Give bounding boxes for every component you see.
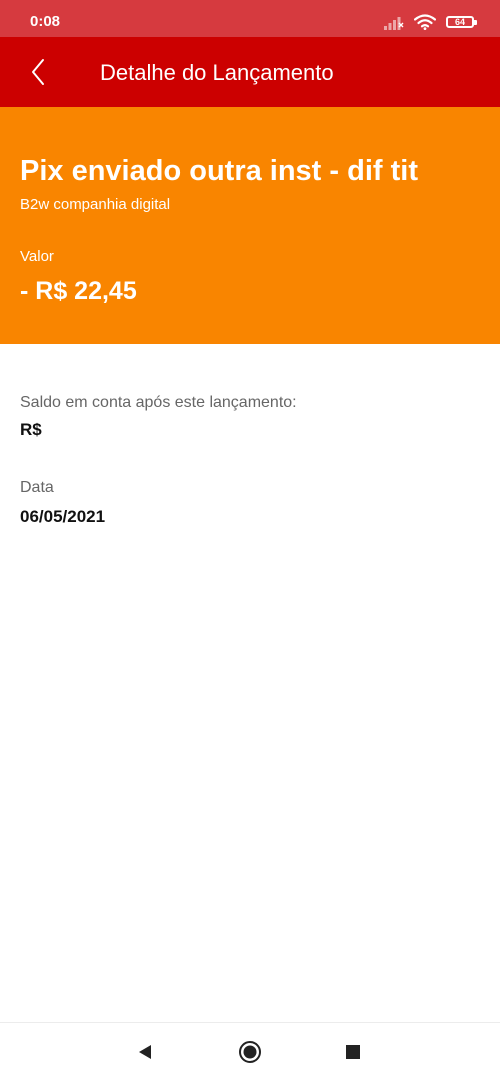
date-value: 06/05/2021 xyxy=(20,507,106,526)
transaction-subtitle: B2w companhia digital xyxy=(20,196,171,213)
back-button[interactable] xyxy=(20,54,56,90)
status-bar: 0:08 64 xyxy=(0,0,500,37)
balance-value: R$ xyxy=(20,420,42,439)
page-title: Detalhe do Lançamento xyxy=(100,60,334,85)
battery-icon: 64 xyxy=(446,16,477,28)
nav-back-button[interactable] xyxy=(132,1039,158,1065)
battery-level: 64 xyxy=(454,16,465,27)
nav-home-button[interactable] xyxy=(237,1039,263,1065)
signal-icon xyxy=(384,17,404,30)
transaction-summary: Pix enviado outra inst - dif tit B2w com… xyxy=(0,107,500,344)
status-time: 0:08 xyxy=(30,13,61,30)
wifi-icon xyxy=(414,14,436,30)
recents-square-icon xyxy=(346,1045,360,1059)
app-bar: Detalhe do Lançamento xyxy=(0,37,500,107)
transaction-title: Pix enviado outra inst - dif tit xyxy=(20,155,418,187)
transaction-value: - R$ 22,45 xyxy=(20,277,137,305)
home-circle-icon xyxy=(239,1041,261,1063)
nav-recents-button[interactable] xyxy=(340,1039,366,1065)
date-label: Data xyxy=(20,479,54,496)
balance-label: Saldo em conta após este lançamento: xyxy=(20,394,297,411)
system-navigation-bar xyxy=(0,1022,500,1082)
status-icons: 64 xyxy=(384,11,477,33)
back-triangle-icon xyxy=(139,1045,151,1059)
transaction-value-label: Valor xyxy=(20,248,54,265)
back-arrow-icon xyxy=(32,59,44,85)
